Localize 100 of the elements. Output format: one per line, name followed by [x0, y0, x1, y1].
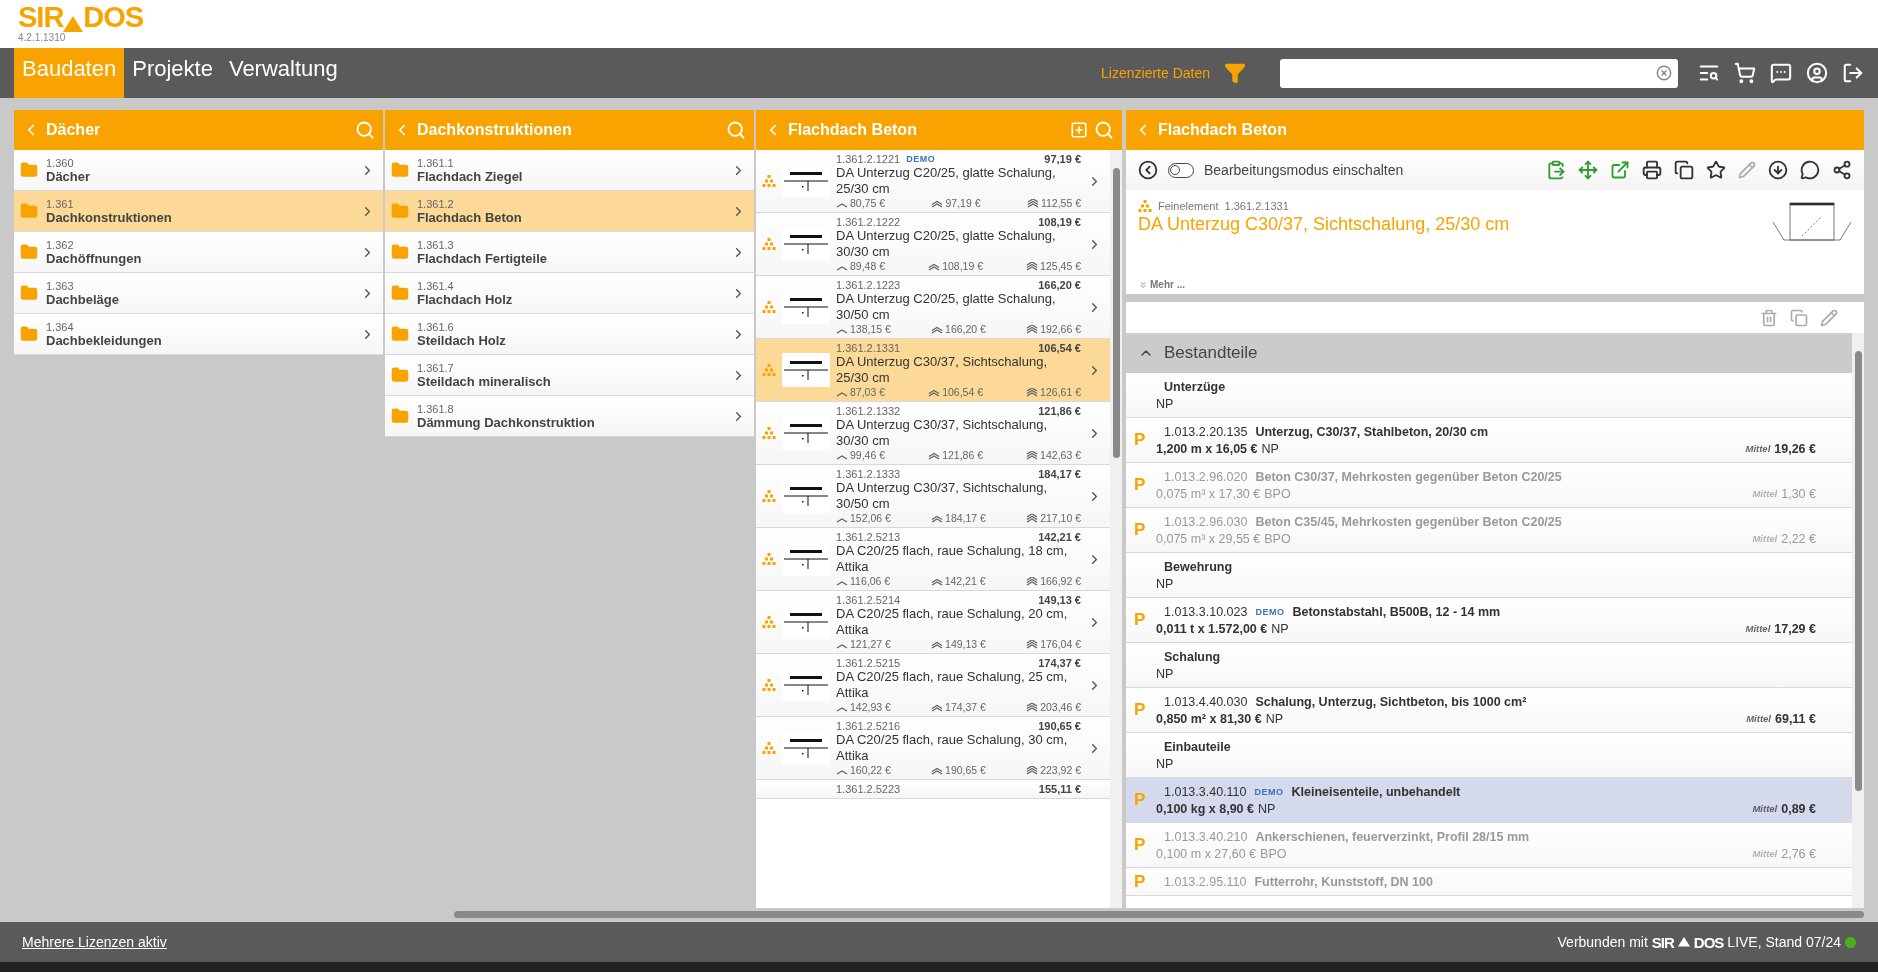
position-title: Beton C35/45, Mehrkosten gegenüber Beton C20/25	[1255, 514, 1562, 529]
pyramid-icon	[762, 364, 776, 376]
quantity: 1,200 m x 16,05 €	[1156, 441, 1258, 456]
status-text: Verbunden mit	[1557, 934, 1648, 950]
max-icon	[1026, 261, 1039, 271]
user-icon[interactable]	[1806, 62, 1828, 84]
download-icon[interactable]	[1768, 160, 1788, 180]
share-icon[interactable]	[1832, 160, 1852, 180]
back-icon[interactable]	[1138, 160, 1158, 180]
scrollbar[interactable]	[1852, 333, 1864, 908]
brand-text: DOS	[1693, 933, 1724, 951]
category-item[interactable]: 1.361.2 Flachdach Beton	[385, 191, 754, 232]
position-mark: P	[1134, 610, 1147, 630]
scrollbar[interactable]	[1110, 150, 1122, 908]
max-icon	[1026, 513, 1039, 523]
item-title: DA Unterzug C30/37, Sichtschalung, 30/50 cm	[836, 480, 1048, 512]
position-title: Futterrohr, Kunststoff, DN 100	[1254, 874, 1433, 889]
mid-price: 108,19 €	[942, 260, 983, 272]
star-icon[interactable]	[1706, 160, 1726, 180]
max-icon	[1026, 324, 1039, 334]
filter-icon[interactable]	[1224, 62, 1246, 84]
position-title: Kleineisenteile, unbehandelt	[1291, 784, 1461, 799]
item-price: 106,54 €	[1038, 342, 1081, 354]
item-code: 1.361.2.1331	[836, 342, 901, 354]
item-name: Dämmung Dachkonstruktion	[417, 414, 596, 430]
position-code: 1.013.3.40.210	[1164, 829, 1248, 844]
category-item[interactable]: 1.361.1 Flachdach Ziegel	[385, 150, 754, 191]
item-price: 174,37 €	[1038, 657, 1081, 669]
item-code: 1.362	[46, 238, 75, 251]
position-code: 1.013.2.96.020	[1164, 469, 1248, 484]
category-item[interactable]: 1.363 Dachbeläge	[14, 273, 383, 314]
category-item[interactable]: 1.361.8 Dämmung Dachkonstruktion	[385, 396, 754, 437]
category-item[interactable]: 1.361.7 Steildach mineralisch	[385, 355, 754, 396]
position-title: Beton C30/37, Mehrkosten gegenüber Beton C20/25	[1255, 469, 1562, 484]
item-code: 1.364	[46, 320, 75, 333]
average-label: Mittel	[1746, 713, 1771, 724]
item-code: 1.361.2.5223	[836, 783, 901, 795]
item-price: 155,11 €	[1038, 783, 1081, 795]
pyramid-icon	[1138, 200, 1152, 212]
more-link[interactable]: Mehr ...	[1150, 279, 1185, 290]
mid-price: 190,65 €	[945, 764, 986, 776]
mid-icon	[931, 324, 944, 334]
expand-icon[interactable]	[1138, 279, 1148, 290]
pyramid-icon	[762, 742, 776, 754]
demo-label: DEMO	[906, 154, 936, 164]
copy-icon[interactable]	[1674, 160, 1694, 180]
group-unit: NP	[1156, 576, 1174, 591]
category-item[interactable]: 1.364 Dachbekleidungen	[14, 314, 383, 355]
quantity: 0,100 m x 27,60 €	[1156, 846, 1257, 861]
logo-text: SIR	[18, 2, 64, 32]
licenses-link[interactable]: Mehrere Lizenzen aktiv	[22, 934, 167, 950]
element-item[interactable]: 1.361.2.1331 106,54 € DA Unterzug C30/37, Sichtschalung, 25/30 cm 87,03 € 106,54 € 126,61 €	[756, 339, 1110, 402]
group-name: Unterzüge	[1164, 379, 1226, 394]
paste-icon[interactable]	[1546, 160, 1566, 180]
nav-tab[interactable]: Verwaltung	[220, 48, 346, 98]
section-header[interactable]: Bestandteile	[1126, 333, 1852, 373]
category-item[interactable]: 1.361.4 Flachdach Holz	[385, 273, 754, 314]
move-icon[interactable]	[1578, 160, 1598, 180]
search-field[interactable]	[1280, 58, 1678, 88]
logo-triangle-icon	[63, 16, 84, 32]
print-icon[interactable]	[1642, 160, 1662, 180]
max-price: 125,45 €	[1040, 260, 1081, 272]
position-row[interactable]: P 1.013.3.40.110 DEMO Kleineisenteile, unbehandelt 0,100 kg x 8,90 € NP Mittel 0,89 €	[1126, 778, 1852, 823]
max-price: 217,10 €	[1040, 512, 1081, 524]
pencil-icon[interactable]	[1820, 308, 1838, 327]
position-mark: P	[1134, 700, 1147, 720]
logout-icon[interactable]	[1842, 62, 1864, 84]
delete-icon[interactable]	[1760, 308, 1778, 327]
category-item[interactable]: 1.361.6 Steildach Holz	[385, 314, 754, 355]
nav-tab[interactable]: Projekte	[124, 48, 221, 98]
folder-icon	[391, 284, 409, 302]
edit-mode-toggle[interactable]	[1168, 162, 1194, 178]
category-item[interactable]: 1.361 Dachkonstruktionen	[14, 191, 383, 232]
min-price: 142,93 €	[850, 701, 891, 713]
item-price: 184,17 €	[1038, 468, 1081, 480]
item-code: 1.361.2.1221	[836, 153, 901, 165]
folder-icon	[20, 161, 38, 179]
external-link-icon[interactable]	[1610, 160, 1630, 180]
folder-icon	[391, 202, 409, 220]
clear-icon[interactable]	[1656, 65, 1672, 81]
item-price: 166,20 €	[1038, 279, 1081, 291]
pencil-icon[interactable]	[1738, 161, 1756, 179]
min-price: 160,22 €	[850, 764, 891, 776]
item-title: DA C20/25 flach, raue Schalung, 18 cm, Attika	[836, 543, 1069, 575]
folder-icon	[20, 243, 38, 261]
mid-icon	[930, 576, 943, 586]
cart-icon[interactable]	[1734, 62, 1756, 84]
total-price: 17,29 €	[1774, 621, 1816, 636]
category-item[interactable]: 1.361.3 Flachdach Fertigteile	[385, 232, 754, 273]
category-item[interactable]: 1.362 Dachöffnungen	[14, 232, 383, 273]
group-name: Bewehrung	[1164, 559, 1233, 574]
position-mark: P	[1134, 430, 1147, 450]
position-title: Schalung, Unterzug, Sichtbeton, bis 1000 cm²	[1255, 694, 1527, 709]
item-title: DA Unterzug C30/37, Sichtschalung, 25/30 cm	[836, 354, 1048, 386]
quantity: 0,075 m³ x 17,30 €	[1156, 486, 1261, 501]
comment-icon[interactable]	[1800, 160, 1820, 180]
category-item[interactable]: 1.360 Dächer	[14, 150, 383, 191]
total-price: 0,89 €	[1781, 801, 1816, 816]
item-name: Dachkonstruktionen	[46, 209, 173, 225]
item-code: 1.361.2.5216	[836, 720, 901, 732]
